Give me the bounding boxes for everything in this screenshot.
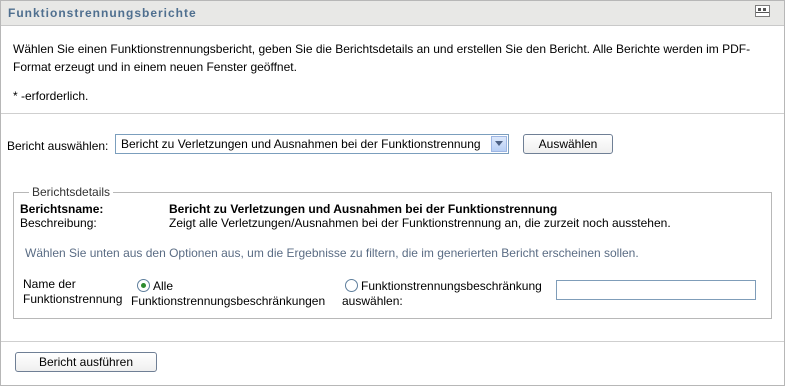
radio-all-label-line1: Alle xyxy=(153,279,174,293)
report-select[interactable]: Bericht zu Verletzungen und Ausnahmen be… xyxy=(115,134,509,154)
separator xyxy=(1,113,784,114)
run-report-button[interactable]: Bericht ausführen xyxy=(15,352,157,372)
radio-select-constraint[interactable] xyxy=(345,279,358,292)
radio-select-label-line2: auswählen: xyxy=(342,294,403,308)
report-select-label: Bericht auswählen: xyxy=(7,139,109,153)
chevron-down-icon[interactable] xyxy=(491,136,507,152)
description-value: Zeigt alle Verletzungen/Ausnahmen bei de… xyxy=(169,216,671,230)
required-note: * -erforderlich. xyxy=(13,89,89,103)
segregation-name-label-line1: Name der xyxy=(23,277,76,291)
panel-title: Funktionstrennungsberichte xyxy=(8,6,197,20)
report-selected-value: Bericht zu Verletzungen und Ausnahmen be… xyxy=(121,137,481,151)
select-report-button[interactable]: Auswählen xyxy=(523,134,613,154)
constraint-name-input[interactable] xyxy=(556,280,756,300)
report-details-legend: Berichtsdetails xyxy=(32,185,111,199)
report-name-label: Berichtsname: xyxy=(20,202,104,216)
window-toggle-icon[interactable] xyxy=(755,5,770,17)
filter-hint: Wählen Sie unten aus den Optionen aus, u… xyxy=(25,246,639,260)
radio-all-constraints[interactable] xyxy=(137,279,150,292)
description-label: Beschreibung: xyxy=(20,216,97,230)
intro-text: Wählen Sie einen Funktionstrennungsberic… xyxy=(13,42,751,74)
radio-select-label-line1: Funktionstrennungsbeschränkung xyxy=(361,279,542,293)
panel-header: Funktionstrennungsberichte xyxy=(1,1,784,26)
segregation-name-label: Name der Funktionstrennung xyxy=(23,277,122,307)
report-panel: Funktionstrennungsberichte Wählen Sie ei… xyxy=(0,0,785,386)
segregation-name-label-line2: Funktionstrennung xyxy=(23,292,123,306)
separator xyxy=(1,341,784,342)
report-name-value: Bericht zu Verletzungen und Ausnahmen be… xyxy=(169,202,558,216)
radio-all-label-line2: Funktionstrennungsbeschränkungen xyxy=(131,294,326,308)
